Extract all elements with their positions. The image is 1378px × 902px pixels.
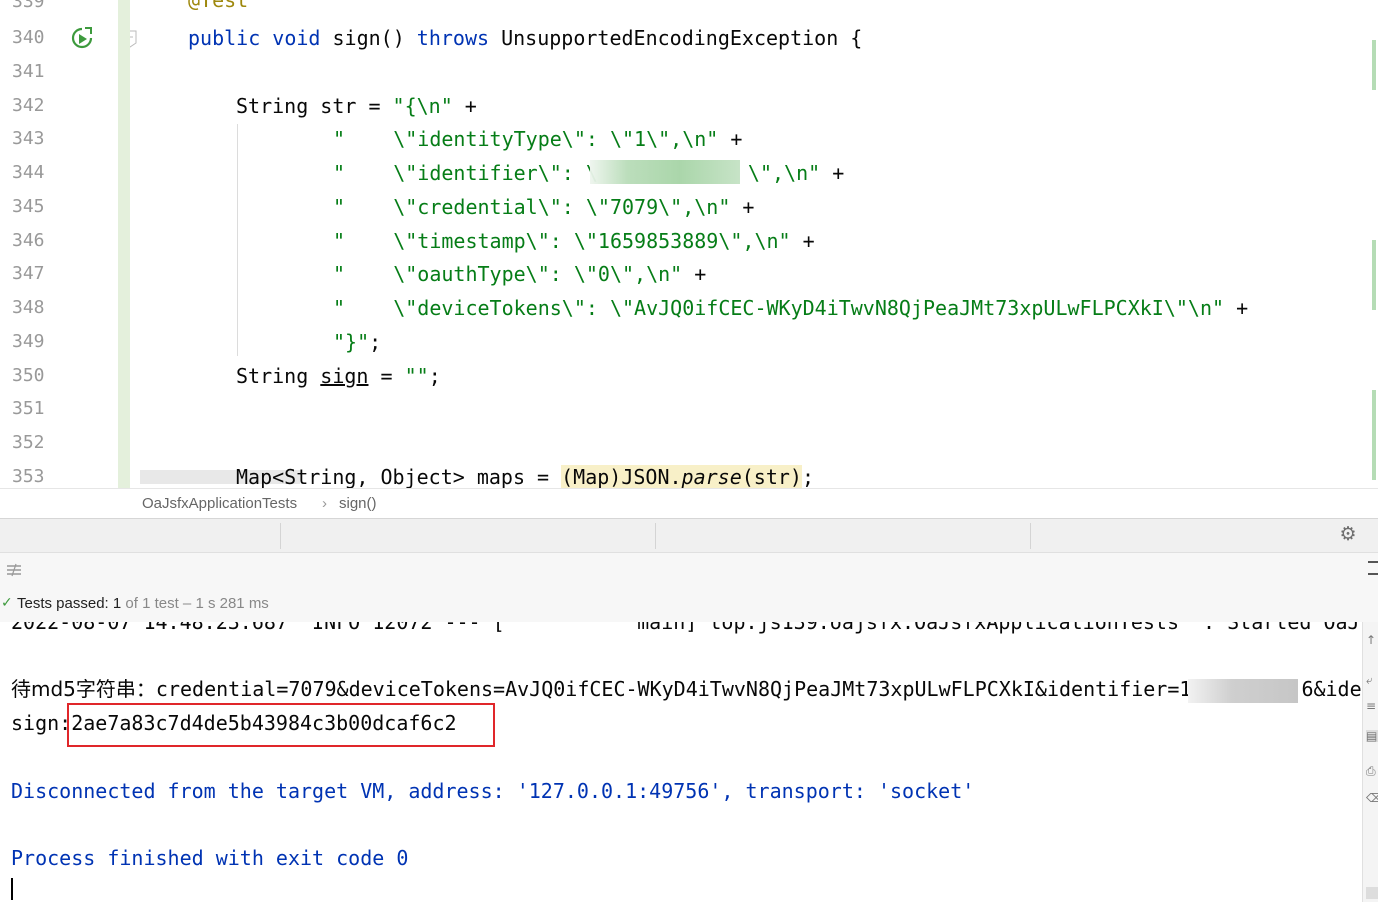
clear-icon[interactable]: ⌫ [1366, 792, 1378, 804]
code-text: + [1224, 296, 1249, 320]
code-text: = [368, 364, 405, 388]
console-output[interactable]: 2022-08-07 14:48:23.687 INFO 12072 --- [… [0, 622, 1362, 902]
line-number: 347 [12, 263, 45, 284]
line-number: 349 [12, 331, 45, 352]
print-icon[interactable]: ⎙ [1366, 765, 1378, 777]
code-text: + [820, 161, 845, 185]
breadcrumb-method[interactable]: sign() [339, 495, 377, 512]
code-text: + [718, 127, 743, 151]
code-text: ; [801, 465, 815, 488]
line-number: 342 [12, 95, 45, 116]
run-toolbar [0, 552, 1378, 587]
method-signature: sign() [320, 26, 417, 50]
line-number: 348 [12, 297, 45, 318]
wrap-icon[interactable]: ⤶ [1366, 674, 1378, 686]
code-line-347: " \"oauthType\": \"0\",\n" + [333, 262, 706, 286]
console-md5-line: 待md5字符串：credential=7079&deviceTokens=AvJ… [11, 677, 1362, 701]
text-caret [11, 878, 13, 900]
string-literal: \",\n" [747, 161, 821, 185]
console-log-line: 2022-08-07 14:48:23.687 INFO 12072 --- [… [11, 622, 1360, 634]
scroll-end-icon[interactable]: ≡ [1366, 700, 1378, 712]
keyword: void [272, 26, 321, 50]
variable: sign [320, 364, 369, 388]
breadcrumb-separator: › [322, 495, 327, 512]
line-number: 341 [12, 61, 45, 82]
code-text: ; [369, 330, 382, 354]
line-number: 350 [12, 365, 45, 386]
string-literal: "}" [333, 330, 370, 354]
code-text: + [452, 94, 477, 118]
run-test-icon[interactable] [70, 26, 94, 50]
code-text: String [236, 364, 321, 388]
code-text: ; [428, 364, 441, 388]
string-literal: \"timestamp\": \"1659853889\",\n" [345, 229, 791, 253]
code-line-350: String sign = ""; [236, 364, 441, 388]
string-literal: \"identityType\": \"1\",\n" [345, 127, 719, 151]
line-number: 345 [12, 196, 45, 217]
scroll-up-icon[interactable]: ↑ [1366, 634, 1378, 646]
code-line-348: " \"deviceTokens\": \"AvJQ0ifCEC-WKyD4iT… [333, 296, 1248, 320]
line-number: 346 [12, 230, 45, 251]
console-finished-line: Process finished with exit code 0 [11, 846, 409, 870]
code-text: + [790, 229, 815, 253]
console-disconnected-line: Disconnected from the target VM, address… [11, 779, 975, 803]
breadcrumb-class[interactable]: OaJsfxApplicationTests [142, 495, 297, 512]
line-number: 344 [12, 162, 45, 183]
line-number: 353 [12, 466, 45, 487]
code-text: Map<String, Object> maps = [236, 465, 562, 488]
string-literal: \"oauthType\": \"0\",\n" [345, 262, 683, 286]
annotation-line: @Test [188, 0, 249, 12]
code-line-342: String str = "{\n" + [236, 94, 477, 118]
code-line-344: " \"identifier\": \ \",\n" + [333, 161, 844, 185]
soft-wrap-icon[interactable]: ▤ [1366, 730, 1378, 742]
keyword: throws [416, 26, 490, 50]
string-literal: "{\n" [392, 94, 453, 118]
highlight-box [67, 703, 495, 747]
line-number: 339 [12, 0, 45, 12]
code-text: + [730, 195, 755, 219]
string-literal: " [333, 229, 346, 253]
string-literal: " [333, 127, 346, 151]
highlighted-cast: (Map)JSON.parse(str) [561, 465, 802, 488]
line-number: 352 [12, 432, 45, 453]
indent-guide [237, 124, 238, 356]
code-text: + [682, 262, 707, 286]
string-literal: " [333, 262, 346, 286]
string-literal: " [333, 296, 346, 320]
status-text: Tests passed: 1 of 1 test – 1 s 281 ms [17, 595, 269, 612]
line-number: 343 [12, 128, 45, 149]
console-right-toolbar: ↑ ⤶ ≡ ▤ ⎙ ⌫ [1362, 622, 1378, 902]
code-text: UnsupportedEncodingException { [489, 26, 863, 50]
code-line-343: " \"identityType\": \"1\",\n" + [333, 127, 742, 151]
redacted-identifier [1188, 679, 1298, 703]
more-icon[interactable] [1368, 561, 1378, 575]
line-number: 351 [12, 398, 45, 419]
string-literal: " [333, 195, 346, 219]
string-literal: " [333, 161, 346, 185]
gear-icon[interactable]: ⚙ [1338, 524, 1358, 544]
gutter: 339 340 341 342 343 344 345 346 347 348 … [0, 0, 137, 488]
run-panel-header [0, 518, 1378, 553]
code-line-349: "}"; [333, 330, 381, 354]
toolbar-icon[interactable] [6, 562, 22, 578]
string-literal: \"credential\": \"7079\",\n" [345, 195, 731, 219]
code-line-353: Map<String, Object> maps = (Map)JSON.par… [236, 465, 814, 488]
code-line-345: " \"credential\": \"7079\",\n" + [333, 195, 754, 219]
code-editor[interactable]: 339 340 341 342 343 344 345 346 347 348 … [0, 0, 1378, 488]
test-status-bar: ✓ Tests passed: 1 of 1 test – 1 s 281 ms [0, 586, 1378, 623]
line-number: 340 [12, 27, 45, 48]
keyword: public [188, 26, 261, 50]
code-line-340: public void sign() throws UnsupportedEnc… [188, 26, 862, 50]
scrollbar-thumb[interactable] [1366, 887, 1378, 899]
string-literal: \"deviceTokens\": \"AvJQ0ifCEC-WKyD4iTwv… [345, 296, 1225, 320]
change-marker-strip [118, 0, 130, 488]
breadcrumb: OaJsfxApplicationTests › sign() [0, 488, 1378, 519]
editor-scroll-markers[interactable] [1370, 0, 1378, 488]
string-literal: "" [404, 364, 429, 388]
code-text: String str = [236, 94, 393, 118]
redacted-identifier [590, 160, 740, 184]
code-line-346: " \"timestamp\": \"1659853889\",\n" + [333, 229, 815, 253]
string-literal: \"identifier\": \ [345, 161, 598, 185]
pass-check-icon: ✓ [1, 595, 13, 611]
